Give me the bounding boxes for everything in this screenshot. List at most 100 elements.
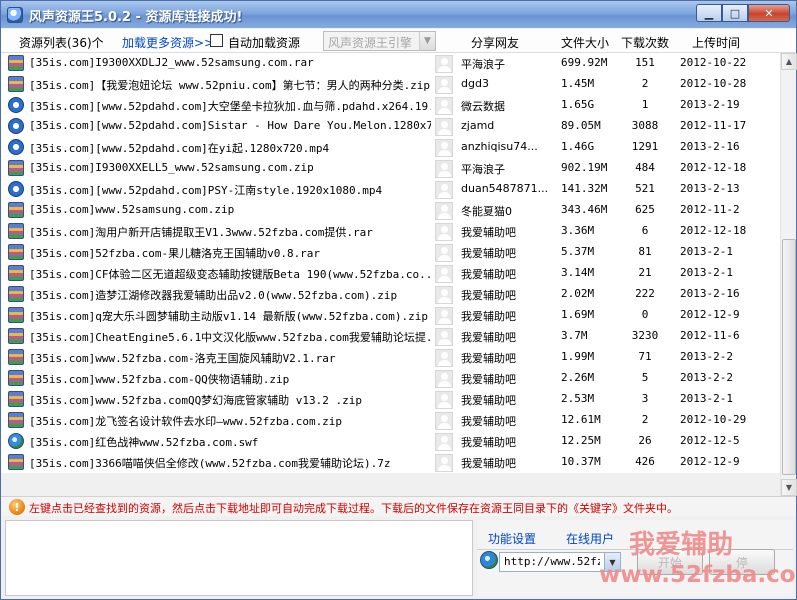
sharer-name: 我爱辅助吧 xyxy=(461,352,516,365)
table-row[interactable]: [35is.com]I9300XXDLJ2_www.52samsung.com.… xyxy=(1,53,780,74)
archive-file-icon xyxy=(8,160,24,176)
upload-date: 2012-12-5 xyxy=(680,434,740,447)
file-size: 2.02M xyxy=(561,287,595,300)
table-row[interactable]: [35is.com]www.52fzba.com-洛克王国旋风辅助V2.1.ra… xyxy=(1,347,780,368)
table-row[interactable]: [35is.com][www.52pdahd.com]PSY-江南style.1… xyxy=(1,179,780,200)
auto-load-checkbox[interactable] xyxy=(210,34,223,47)
table-row[interactable]: [35is.com]红色战神www.52fzba.com.swf 我爱辅助吧 12.… xyxy=(1,431,780,452)
file-name[interactable]: [35is.com]CF体验二区无道超级变态辅助按键版Beta 190(www.… xyxy=(29,266,431,282)
video-file-icon xyxy=(8,139,24,155)
chevron-down-icon[interactable]: ▼ xyxy=(419,32,435,50)
avatar xyxy=(435,412,453,430)
upload-date: 2012-11-6 xyxy=(680,329,740,342)
file-size: 5.37M xyxy=(561,245,595,258)
sharer-name: 我爱辅助吧 xyxy=(461,289,516,302)
table-row[interactable]: [35is.com][www.52pdahd.com]Sistar - How … xyxy=(1,116,780,137)
table-row[interactable]: [35is.com][www.52pdahd.com]在yi起.1280x720… xyxy=(1,137,780,158)
col-header-upload-time[interactable]: 上传时间 xyxy=(692,34,740,51)
col-header-size[interactable]: 文件大小 xyxy=(561,34,609,51)
load-more-link[interactable]: 加载更多资源>> xyxy=(122,34,214,51)
table-row[interactable]: [35is.com]淘用户新开店铺提取王V1.3www.52fzba.com提供… xyxy=(1,221,780,242)
file-name[interactable]: [35is.com]I9300XXELL5_www.52samsung.com.… xyxy=(29,161,431,174)
file-name[interactable]: [35is.com]龙飞签名设计软件去水印—www.52fzba.com.zip xyxy=(29,413,431,429)
table-row[interactable]: [35is.com]52fzba.com-果儿糖洛克王国辅助v0.8.rar 我爱… xyxy=(1,242,780,263)
file-name[interactable]: [35is.com]www.52fzba.com-洛克王国旋风辅助V2.1.ra… xyxy=(29,350,431,366)
file-name[interactable]: [35is.com]淘用户新开店铺提取王V1.3www.52fzba.com提供… xyxy=(29,224,431,240)
table-row[interactable]: [35is.com]CheatEngine5.6.1中文汉化版www.52fzb… xyxy=(1,326,780,347)
table-row[interactable]: [35is.com]3366喵喵侠侣全修改(www.52fzba.com我爱辅助… xyxy=(1,452,780,473)
table-row[interactable]: [35is.com]I9300XXELL5_www.52samsung.com.… xyxy=(1,158,780,179)
table-row[interactable]: [35is.com]q宠大乐斗圆梦辅助主动版v1.14 最新版(www.52fz… xyxy=(1,305,780,326)
file-name[interactable]: [35is.com]造梦江湖修改器我爱辅助出品v2.0(www.52fzba.c… xyxy=(29,287,431,303)
scroll-down-icon[interactable]: ▼ xyxy=(781,479,797,496)
tab-online-users[interactable]: 在线用户 xyxy=(566,530,614,547)
scroll-up-icon[interactable]: ▲ xyxy=(781,53,797,70)
file-size: 141.32M xyxy=(561,182,608,195)
table-row[interactable]: [35is.com]龙飞签名设计软件去水印—www.52fzba.com.zip… xyxy=(1,410,780,431)
close-button[interactable]: ✕ xyxy=(748,4,790,22)
download-count: 1 xyxy=(641,98,649,111)
avatar xyxy=(435,139,453,157)
file-name[interactable]: [35is.com]红色战神www.52fzba.com.swf xyxy=(29,434,431,450)
file-size: 2.26M xyxy=(561,371,595,384)
avatar xyxy=(435,328,453,346)
file-size: 1.65G xyxy=(561,98,595,111)
download-count: 222 xyxy=(635,287,655,300)
file-name[interactable]: [35is.com][www.52pdahd.com]Sistar - How … xyxy=(29,119,431,132)
sharer-name: dgd3 xyxy=(461,77,489,90)
table-row[interactable]: [35is.com]www.52fzba.comQQ梦幻海底管家辅助 v13.2… xyxy=(1,389,780,410)
archive-file-icon xyxy=(8,202,24,218)
upload-date: 2012-10-28 xyxy=(680,77,747,90)
maximize-button[interactable]: □ xyxy=(722,4,748,22)
file-name[interactable]: [35is.com]CheatEngine5.6.1中文汉化版www.52fzb… xyxy=(29,329,431,345)
title-bar[interactable]: 风声资源王5.0.2 - 资源库连接成功! ▁ □ ✕ xyxy=(1,1,796,28)
file-size: 343.46M xyxy=(561,203,608,216)
col-header-sharer[interactable]: 分享网友 xyxy=(471,34,519,51)
engine-select[interactable]: 风声资源王引擎 ▼ xyxy=(323,31,436,51)
download-count: 625 xyxy=(635,203,655,216)
table-row[interactable]: [35is.com]【我爱泡妞论坛 www.52pniu.com】第七节：男人的… xyxy=(1,74,780,95)
scrollbar-thumb[interactable] xyxy=(782,239,796,475)
file-name[interactable]: [35is.com][www.52pdahd.com]大空堡垒卡拉狄加.血与筛.… xyxy=(29,98,431,114)
avatar xyxy=(435,55,453,73)
col-header-downloads[interactable]: 下载次数 xyxy=(621,34,669,51)
upload-date: 2012-12-9 xyxy=(680,455,740,468)
file-name[interactable]: [35is.com]www.52fzba.comQQ梦幻海底管家辅助 v13.2… xyxy=(29,392,431,408)
file-size: 10.37M xyxy=(561,455,601,468)
table-row[interactable]: [35is.com]www.52samsung.com.zip 冬能夏猫0 343.… xyxy=(1,200,780,221)
upload-date: 2012-12-9 xyxy=(680,308,740,321)
table-row[interactable]: [35is.com][www.52pdahd.com]大空堡垒卡拉狄加.血与筛.… xyxy=(1,95,780,116)
upload-date: 2012-10-22 xyxy=(680,56,747,69)
file-name[interactable]: [35is.com]【我爱泡妞论坛 www.52pniu.com】第七节：男人的… xyxy=(29,77,431,93)
avatar xyxy=(435,433,453,451)
file-name[interactable]: [35is.com][www.52pdahd.com]PSY-江南style.1… xyxy=(29,182,431,198)
status-bar: ! 左键点击已经查找到的资源，然后点击下载地址即可自动完成下载过程。下载后的文件… xyxy=(1,496,796,516)
vertical-scrollbar[interactable]: ▲ ▼ xyxy=(780,53,797,496)
avatar xyxy=(435,223,453,241)
archive-file-icon xyxy=(8,349,24,365)
log-panel[interactable] xyxy=(5,520,473,596)
file-name[interactable]: [35is.com]www.52fzba.com-QQ侠物语辅助.zip xyxy=(29,371,431,387)
file-name[interactable]: [35is.com][www.52pdahd.com]在yi起.1280x720… xyxy=(29,140,431,156)
file-name[interactable]: [35is.com]3366喵喵侠侣全修改(www.52fzba.com我爱辅助… xyxy=(29,455,431,471)
upload-date: 2013-2-1 xyxy=(680,392,733,405)
warning-icon: ! xyxy=(9,499,25,515)
file-name[interactable]: [35is.com]I9300XXDLJ2_www.52samsung.com.… xyxy=(29,56,431,69)
file-name[interactable]: [35is.com]q宠大乐斗圆梦辅助主动版v1.14 最新版(www.52fz… xyxy=(29,308,431,324)
app-window: 风声资源王5.0.2 - 资源库连接成功! ▁ □ ✕ 资源列表(36)个 加载… xyxy=(0,0,797,600)
tab-settings[interactable]: 功能设置 xyxy=(488,530,536,547)
engine-select-value: 风声资源王引擎 xyxy=(328,36,413,50)
file-size: 699.92M xyxy=(561,56,608,69)
file-size: 1.46G xyxy=(561,140,595,153)
file-name[interactable]: [35is.com]52fzba.com-果儿糖洛克王国辅助v0.8.rar xyxy=(29,245,431,261)
upload-date: 2012-10-29 xyxy=(680,413,747,426)
table-row[interactable]: [35is.com]造梦江湖修改器我爱辅助出品v2.0(www.52fzba.c… xyxy=(1,284,780,305)
upload-date: 2013-2-16 xyxy=(680,287,740,300)
table-row[interactable]: [35is.com]www.52fzba.com-QQ侠物语辅助.zip 我爱辅助… xyxy=(1,368,780,389)
download-count: 81 xyxy=(638,245,652,258)
table-row[interactable]: [35is.com]CF体验二区无道超级变态辅助按键版Beta 190(www.… xyxy=(1,263,780,284)
minimize-button[interactable]: ▁ xyxy=(696,4,722,22)
globe-icon xyxy=(480,551,498,569)
file-name[interactable]: [35is.com]www.52samsung.com.zip xyxy=(29,203,431,216)
upload-date: 2013-2-1 xyxy=(680,266,733,279)
